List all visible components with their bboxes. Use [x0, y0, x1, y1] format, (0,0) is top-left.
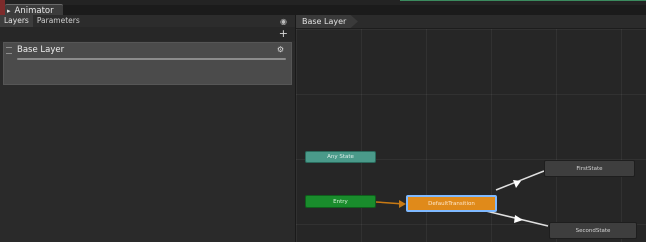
drag-handle-icon[interactable]: [6, 47, 12, 54]
eye-icon[interactable]: ◉: [280, 17, 287, 26]
transition-default-to-second[interactable]: [485, 210, 549, 227]
window-title: Animator: [14, 5, 54, 16]
top-strip: [0, 0, 646, 242]
transition-entry-to-default[interactable]: [375, 200, 406, 208]
window-menu-icon[interactable]: ▸: [7, 7, 11, 15]
default-transition-state-node[interactable]: DefaultTransition: [406, 195, 497, 212]
entry-node[interactable]: Entry: [305, 195, 376, 208]
any-state-node[interactable]: Any State: [305, 151, 376, 163]
add-layer-button[interactable]: +: [279, 27, 288, 41]
layer-weight-bar: [17, 58, 286, 60]
layer-name: Base Layer: [17, 45, 65, 55]
tab-parameters[interactable]: Parameters: [33, 15, 84, 27]
gear-icon[interactable]: ⚙: [277, 45, 284, 54]
transition-default-to-first[interactable]: [495, 170, 545, 191]
editor-top-accent: [400, 0, 646, 1]
layer-toolbar: +: [0, 27, 295, 41]
layers-panel: Layers Parameters ◉ + Base Layer ⚙: [0, 15, 296, 242]
first-state-node[interactable]: FirstState: [544, 160, 635, 177]
tab-layers[interactable]: Layers: [0, 15, 33, 27]
layer-item-base[interactable]: Base Layer ⚙: [3, 42, 292, 85]
second-state-node[interactable]: SecondState: [549, 222, 637, 239]
